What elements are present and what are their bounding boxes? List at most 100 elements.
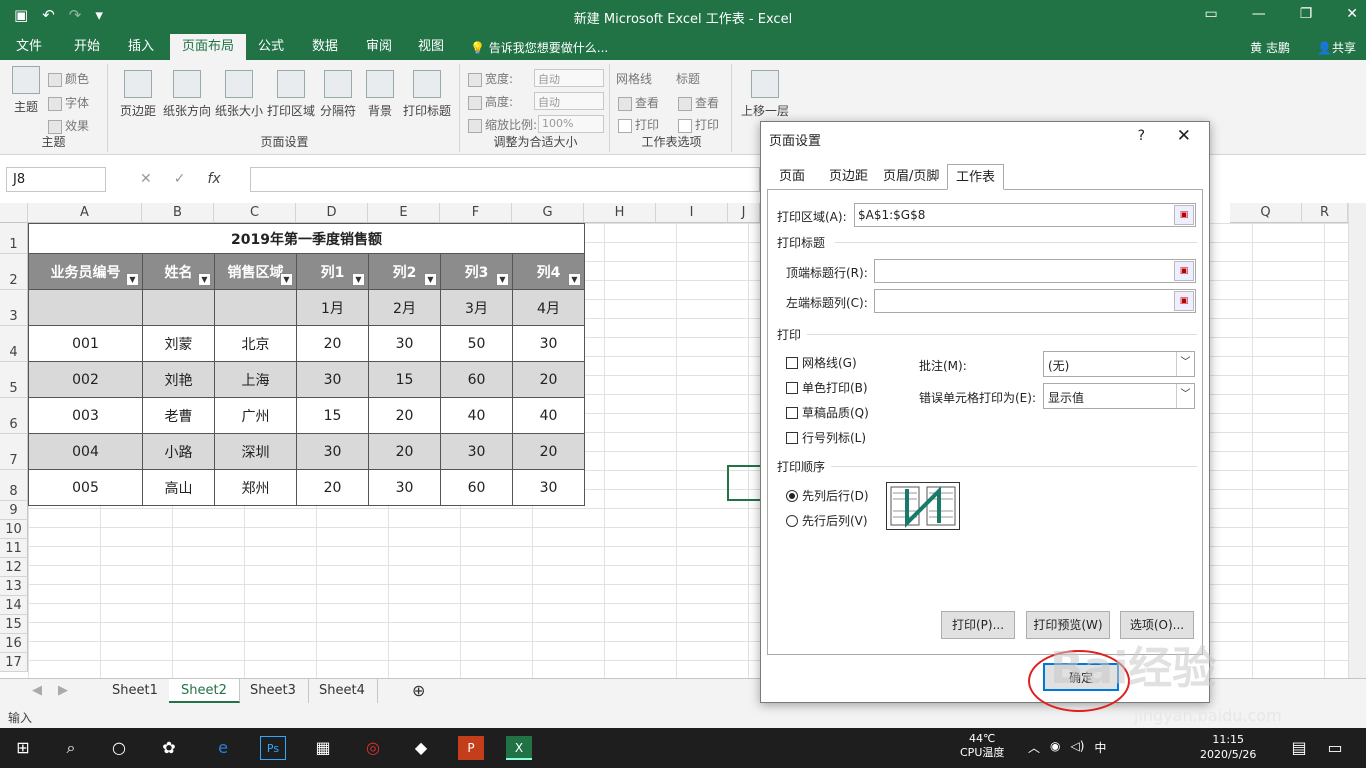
orientation-button[interactable]: 纸张方向	[162, 70, 212, 119]
row-header[interactable]: 6	[0, 398, 28, 434]
table-cell[interactable]: 30	[440, 433, 513, 470]
table-cell[interactable]: 40	[512, 397, 585, 434]
table-cell[interactable]: 4月	[512, 289, 585, 326]
table-cell[interactable]: 20	[296, 469, 369, 506]
headings-print-check[interactable]: 打印	[678, 116, 719, 133]
scale-input[interactable]: 100%	[538, 115, 604, 133]
filter-dropdown-icon[interactable]: ▼	[280, 273, 293, 286]
row-header[interactable]: 2	[0, 254, 28, 290]
row-header[interactable]: 7	[0, 434, 28, 470]
width-select[interactable]: 自动	[534, 69, 604, 87]
music-app-icon[interactable]: ◎	[360, 736, 386, 760]
restore-icon[interactable]: ❐	[1300, 6, 1313, 22]
header-cell[interactable]: 姓名 ▼	[142, 253, 215, 290]
tab-view[interactable]: 视图	[406, 34, 456, 60]
col-header-r[interactable]: R	[1302, 203, 1348, 223]
row-header[interactable]: 15	[0, 615, 28, 634]
table-cell[interactable]: 20	[368, 433, 441, 470]
table-cell[interactable]: 刘蒙	[142, 325, 215, 362]
edge-icon[interactable]: e	[210, 736, 236, 760]
excel-icon[interactable]: X	[506, 736, 532, 760]
row-header[interactable]: 10	[0, 520, 28, 539]
col-header-i[interactable]: I	[656, 203, 728, 223]
table-cell[interactable]: 刘艳	[142, 361, 215, 398]
close-window-icon[interactable]: ✕	[1346, 6, 1358, 22]
table-cell[interactable]	[142, 289, 215, 326]
over-then-down-radio[interactable]: 先行后列(V)	[786, 512, 868, 529]
tab-review[interactable]: 审阅	[354, 34, 404, 60]
filter-dropdown-icon[interactable]: ▼	[496, 273, 509, 286]
row-col-headings-checkbox[interactable]: 行号列标(L)	[786, 429, 866, 446]
print-button[interactable]: 打印(P)...	[941, 611, 1015, 639]
background-button[interactable]: 背景	[362, 70, 398, 119]
table-cell[interactable]: 005	[28, 469, 143, 506]
filter-dropdown-icon[interactable]: ▼	[126, 273, 139, 286]
black-white-checkbox[interactable]: 单色打印(B)	[786, 379, 868, 396]
cancel-icon[interactable]: ✕	[140, 171, 152, 187]
enter-icon[interactable]: ✓	[174, 171, 186, 187]
row-header[interactable]: 16	[0, 634, 28, 653]
clock[interactable]: 11:15 2020/5/26	[1200, 732, 1256, 762]
colors-button[interactable]: 颜色	[48, 70, 89, 87]
table-cell[interactable]	[214, 289, 297, 326]
left-cols-input[interactable]: ▣	[874, 289, 1196, 313]
headings-view-check[interactable]: 查看	[678, 94, 719, 111]
header-cell[interactable]: 业务员编号 ▼	[28, 253, 143, 290]
table-cell[interactable]: 老曹	[142, 397, 215, 434]
name-box[interactable]: J8	[6, 167, 106, 192]
share-button[interactable]: 👤共享	[1317, 39, 1356, 56]
table-cell[interactable]: 广州	[214, 397, 297, 434]
ime-indicator[interactable]: 中	[1094, 739, 1106, 756]
selected-cell-j8[interactable]	[727, 465, 763, 501]
table-cell[interactable]: 30	[296, 433, 369, 470]
action-center-icon[interactable]: ▭	[1322, 736, 1348, 760]
sheet-tab-2[interactable]: Sheet2	[169, 679, 240, 703]
table-cell[interactable]: 60	[440, 469, 513, 506]
col-header-j[interactable]: J	[728, 203, 760, 223]
col-header-c[interactable]: C	[214, 203, 296, 223]
comments-select[interactable]: (无) ﹀	[1043, 351, 1195, 377]
tab-sheet[interactable]: 工作表	[947, 164, 1005, 190]
formula-input[interactable]	[250, 167, 760, 192]
cpu-temperature[interactable]: 44℃ CPU温度	[960, 732, 1004, 760]
table-cell[interactable]: 2月	[368, 289, 441, 326]
powerpoint-icon[interactable]: P	[458, 736, 484, 760]
gridlines-checkbox[interactable]: 网格线(G)	[786, 354, 857, 371]
sheet-tab-1[interactable]: Sheet1	[100, 679, 171, 703]
next-sheet-icon[interactable]: ▶	[46, 679, 80, 703]
table-cell[interactable]: 15	[296, 397, 369, 434]
filter-dropdown-icon[interactable]: ▼	[424, 273, 437, 286]
size-button[interactable]: 纸张大小	[214, 70, 264, 119]
table-cell[interactable]: 30	[368, 469, 441, 506]
row-header[interactable]: 9	[0, 501, 28, 520]
table-cell[interactable]: 小路	[142, 433, 215, 470]
chevron-up-icon[interactable]: ︿	[1028, 739, 1040, 756]
table-cell[interactable]: 3月	[440, 289, 513, 326]
function-icon[interactable]: fx	[207, 171, 220, 187]
collapse-dialog-icon[interactable]: ▣	[1174, 261, 1194, 281]
table-cell[interactable]: 高山	[142, 469, 215, 506]
down-then-over-radio[interactable]: 先列后行(D)	[786, 487, 869, 504]
table-cell[interactable]: 003	[28, 397, 143, 434]
calculator-icon[interactable]: ▦	[310, 736, 336, 760]
table-cell[interactable]: 20	[512, 361, 585, 398]
header-cell[interactable]: 销售区域 ▼	[214, 253, 297, 290]
close-icon[interactable]: ✕	[1177, 126, 1191, 146]
add-sheet-icon[interactable]: ⊕	[400, 679, 437, 703]
table-cell[interactable]: 50	[440, 325, 513, 362]
col-header-b[interactable]: B	[142, 203, 214, 223]
print-titles-button[interactable]: 打印标题	[402, 70, 452, 119]
table-cell[interactable]: 15	[368, 361, 441, 398]
bring-forward-button[interactable]: 上移一层	[738, 70, 792, 119]
row-header[interactable]: 4	[0, 326, 28, 362]
top-rows-input[interactable]: ▣	[874, 259, 1196, 283]
filter-dropdown-icon[interactable]: ▼	[568, 273, 581, 286]
header-cell[interactable]: 列2 ▼	[368, 253, 441, 290]
row-header[interactable]: 13	[0, 577, 28, 596]
notification-icon[interactable]: ▤	[1286, 736, 1312, 760]
errors-select[interactable]: 显示值 ﹀	[1043, 383, 1195, 409]
col-header-a[interactable]: A	[28, 203, 142, 223]
col-header-h[interactable]: H	[584, 203, 656, 223]
row-header[interactable]: 3	[0, 290, 28, 326]
row-header[interactable]: 5	[0, 362, 28, 398]
